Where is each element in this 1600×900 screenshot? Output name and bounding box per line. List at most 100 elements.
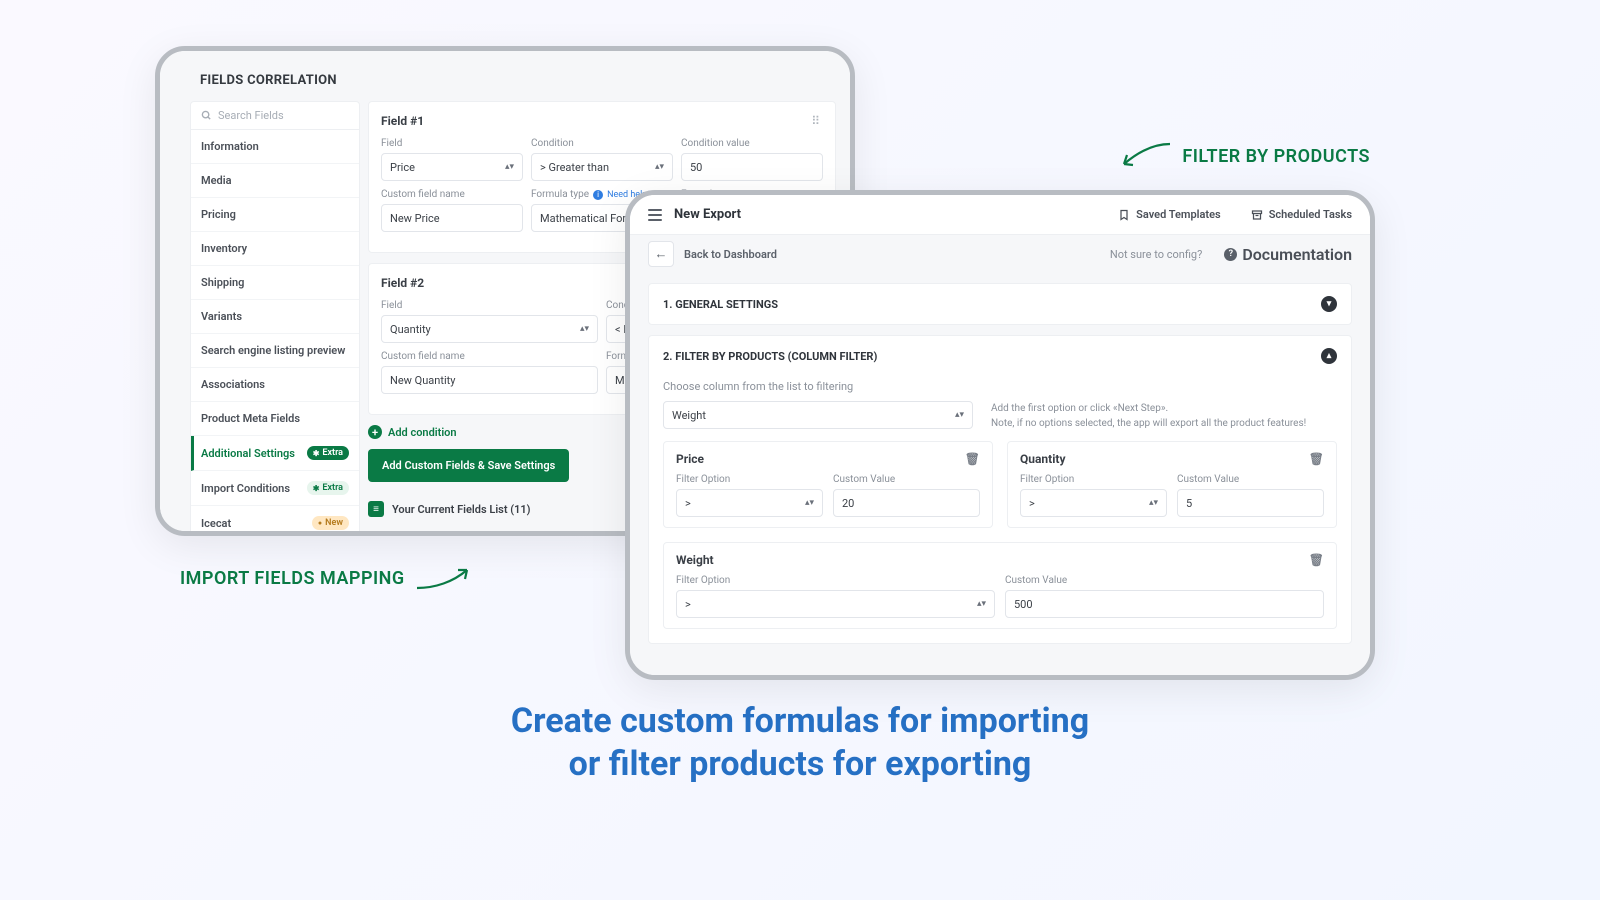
sidebar-item-variants[interactable]: Variants — [191, 300, 359, 334]
custom-value-input[interactable]: 20 — [833, 489, 980, 517]
label-custom-value: Custom Value — [1177, 474, 1324, 485]
export-subheader: ← Back to Dashboard Not sure to config? … — [630, 235, 1370, 273]
label-condition: Condition — [531, 138, 673, 149]
page-title: New Export — [674, 207, 741, 222]
archive-icon — [1251, 209, 1263, 221]
save-settings-button[interactable]: Add Custom Fields & Save Settings — [368, 449, 569, 482]
sidebar-item-label: Associations — [201, 378, 265, 391]
custom-value-input[interactable]: 5 — [1177, 489, 1324, 517]
condition-select[interactable]: > Greater than▴▾ — [531, 153, 673, 181]
label-field: Field — [381, 300, 598, 311]
chevron-up-icon: ▴ — [1321, 348, 1337, 364]
sidebar-item-shipping[interactable]: Shipping — [191, 266, 359, 300]
label-custom-field-name: Custom field name — [381, 189, 523, 200]
help-icon: ? — [1224, 248, 1237, 261]
custom-field-name-input[interactable]: New Quantity — [381, 366, 598, 394]
arrow-icon — [1118, 142, 1172, 170]
badge: Extra — [307, 446, 349, 460]
condition-value-input[interactable]: 50 — [681, 153, 823, 181]
sidebar-item-label: Pricing — [201, 208, 236, 221]
sidebar-item-media[interactable]: Media — [191, 164, 359, 198]
filter-products-section: 2. FILTER BY PRODUCTS (COLUMN FILTER) ▴ … — [648, 335, 1352, 644]
chevron-updown-icon: ▴▾ — [505, 163, 514, 172]
label-custom-value: Custom Value — [1005, 575, 1324, 586]
sidebar-item-label: Shipping — [201, 276, 244, 289]
sidebar-item-label: Search engine listing preview — [201, 344, 345, 357]
back-button[interactable]: ← — [648, 241, 674, 267]
trash-icon[interactable]: 🗑 — [1309, 452, 1324, 466]
badge: Extra — [307, 481, 349, 495]
list-icon: ≡ — [368, 501, 384, 517]
label-filter-option: Filter Option — [1020, 474, 1167, 485]
sidebar-item-label: Import Conditions — [201, 482, 290, 495]
sidebar-item-associations[interactable]: Associations — [191, 368, 359, 402]
sidebar-item-information[interactable]: Information — [191, 130, 359, 164]
sidebar-item-label: Additional Settings — [201, 447, 295, 460]
general-settings-header[interactable]: 1. GENERAL SETTINGS ▾ — [649, 284, 1351, 324]
filter-card-price: Price🗑Filter Option>▴▾Custom Value20 — [663, 441, 993, 528]
sidebar-item-import-conditions[interactable]: Import Conditions Extra — [191, 471, 359, 506]
filter-note: Add the first option or click «Next Step… — [991, 401, 1306, 431]
filter-option-select[interactable]: >▴▾ — [676, 489, 823, 517]
column-select[interactable]: Weight▴▾ — [663, 401, 973, 429]
sidebar-item-label: Information — [201, 140, 259, 153]
general-settings-section: 1. GENERAL SETTINGS ▾ — [648, 283, 1352, 325]
label-filter-option: Filter Option — [676, 474, 823, 485]
sidebar-item-label: Media — [201, 174, 232, 187]
arrow-icon — [415, 564, 475, 592]
filter-card-title: Weight🗑 — [676, 553, 1324, 567]
custom-value-input[interactable]: 500 — [1005, 590, 1324, 618]
label-condition-value: Condition value — [681, 138, 823, 149]
filter-card-quantity: Quantity🗑 Filter Option >▴▾ Custom Value 5 — [1007, 441, 1337, 528]
filter-products-header[interactable]: 2. FILTER BY PRODUCTS (COLUMN FILTER) ▴ — [649, 336, 1351, 376]
new-export-panel: New Export Saved Templates Scheduled Tas… — [625, 190, 1375, 680]
menu-icon[interactable] — [648, 209, 662, 221]
field-select[interactable]: Price▴▾ — [381, 153, 523, 181]
label-filter-option: Filter Option — [676, 575, 995, 586]
current-fields-label: Your Current Fields List (11) — [392, 503, 531, 516]
label-custom-value: Custom Value — [833, 474, 980, 485]
badge: New — [312, 516, 349, 530]
back-label: Back to Dashboard — [684, 248, 777, 261]
label-field: Field — [381, 138, 523, 149]
search-icon — [201, 110, 212, 121]
marketing-caption: Create custom formulas for importingor f… — [0, 700, 1600, 785]
sidebar-item-additional-settings[interactable]: Additional Settings Extra — [191, 436, 359, 471]
sidebar-item-product-meta-fields[interactable]: Product Meta Fields — [191, 402, 359, 436]
sidebar-item-label: Inventory — [201, 242, 247, 255]
sidebar-item-label: Product Meta Fields — [201, 412, 300, 425]
sidebar-item-inventory[interactable]: Inventory — [191, 232, 359, 266]
callout-import-mapping: IMPORT FIELDS MAPPING — [180, 564, 475, 592]
chevron-down-icon: ▾ — [1321, 296, 1337, 312]
callout-filter-products: FILTER BY PRODUCTS — [1118, 142, 1370, 170]
info-icon[interactable]: i — [593, 190, 603, 200]
trash-icon[interactable]: 🗑 — [1309, 553, 1324, 567]
bookmark-icon — [1118, 209, 1130, 221]
export-header: New Export Saved Templates Scheduled Tas… — [630, 195, 1370, 235]
search-fields-input[interactable]: Search Fields — [191, 102, 359, 130]
drag-handle-icon[interactable]: ⠿ — [811, 114, 823, 128]
chevron-updown-icon: ▴▾ — [580, 325, 589, 334]
sidebar-item-icecat[interactable]: Icecat New — [191, 506, 359, 531]
field-select[interactable]: Quantity▴▾ — [381, 315, 598, 343]
documentation-link[interactable]: ?Documentation — [1224, 245, 1352, 264]
sidebar-item-label: Icecat — [201, 517, 231, 530]
scheduled-tasks-link[interactable]: Scheduled Tasks — [1251, 208, 1352, 221]
filter-option-select[interactable]: >▴▾ — [676, 590, 995, 618]
choose-column-hint: Choose column from the list to filtering — [663, 380, 1337, 393]
search-placeholder: Search Fields — [218, 109, 284, 122]
filter-option-select[interactable]: >▴▾ — [1020, 489, 1167, 517]
custom-field-name-input[interactable]: New Price — [381, 204, 523, 232]
filter-card-weight: Weight🗑 Filter Option >▴▾ Custom Value 500 — [663, 542, 1337, 629]
saved-templates-link[interactable]: Saved Templates — [1118, 208, 1221, 221]
field-1-heading: Field #1 — [381, 114, 823, 128]
chevron-updown-icon: ▴▾ — [977, 600, 986, 609]
filter-card-title: Quantity🗑 — [1020, 452, 1324, 466]
chevron-updown-icon: ▴▾ — [655, 163, 664, 172]
chevron-updown-icon: ▴▾ — [955, 411, 964, 420]
panel-title: FIELDS CORRELATION — [200, 73, 337, 88]
sidebar-item-pricing[interactable]: Pricing — [191, 198, 359, 232]
sidebar-item-search-engine-listing-preview[interactable]: Search engine listing preview — [191, 334, 359, 368]
trash-icon[interactable]: 🗑 — [965, 452, 980, 466]
fields-sidebar: Search Fields Information Media Pricing Inv… — [190, 101, 360, 531]
